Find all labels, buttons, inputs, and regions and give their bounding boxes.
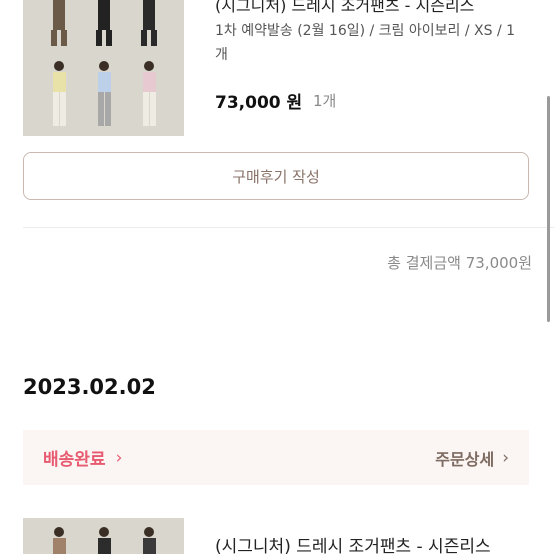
product-thumbnail[interactable] bbox=[23, 518, 184, 554]
order-status-card: 배송완료 › 주문상세 › bbox=[23, 430, 529, 485]
delivery-status-label: 배송완료 bbox=[43, 450, 106, 470]
product-title[interactable]: (시그니처) 드레시 조거팬츠 - 시즌리스 bbox=[215, 0, 474, 16]
product-options: 1차 예약발송 (2월 16일) / 크림 아이보리 / XS / 1개 bbox=[215, 23, 516, 63]
order-detail-label: 주문상세 bbox=[435, 449, 495, 469]
product-title[interactable]: (시그니처) 드레시 조거팬츠 - 시즌리스 bbox=[215, 532, 491, 557]
order-total: 총 결제금액 73,000원 bbox=[387, 254, 532, 272]
product-price: 73,000 원 bbox=[215, 93, 303, 113]
product-quantity: 1개 bbox=[313, 92, 337, 110]
chevron-right-icon: › bbox=[502, 447, 509, 468]
product-thumbnail[interactable] bbox=[23, 0, 184, 136]
scrollbar[interactable] bbox=[547, 96, 550, 322]
chevron-right-icon: › bbox=[115, 447, 123, 468]
product-image bbox=[23, 0, 184, 136]
order-detail-link[interactable]: 주문상세 › bbox=[435, 446, 509, 470]
divider bbox=[23, 227, 554, 228]
product-image bbox=[23, 518, 184, 554]
write-review-button[interactable]: 구매후기 작성 bbox=[23, 152, 529, 200]
delivery-status-link[interactable]: 배송완료 › bbox=[43, 445, 123, 471]
order-date: 2023.02.02 bbox=[23, 375, 156, 399]
